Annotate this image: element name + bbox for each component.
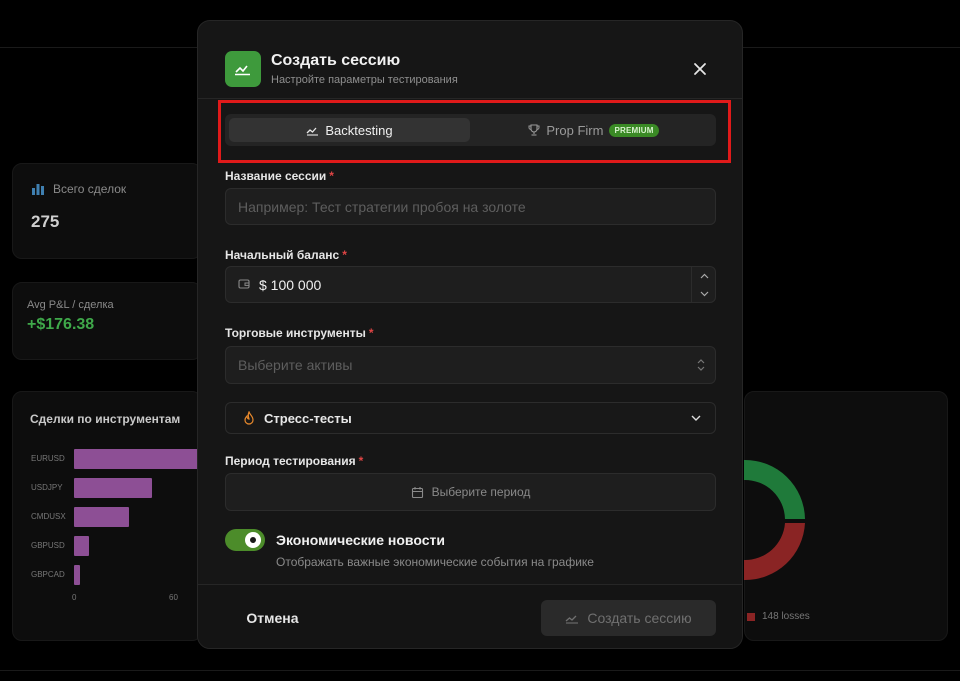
initial-balance-field[interactable]: $ 100 000 [225,266,716,303]
session-name-input[interactable] [226,189,715,224]
create-session-label: Создать сессию [587,610,692,626]
tab-prop-firm[interactable]: Prop Firm PREMIUM [475,118,712,142]
avg-pnl-label: Avg P&L / сделка [27,299,114,311]
bar-label: GBPCAD [31,570,65,579]
session-name-label-text: Название сессии [225,169,327,183]
initial-balance-label-text: Начальный баланс [225,248,340,262]
required-marker: * [368,326,374,340]
close-button[interactable] [687,56,713,82]
create-session-modal: Создать сессию Настройте параметры тести… [197,20,743,649]
period-picker[interactable]: Выберите период [225,473,716,511]
chevron-up-down-icon [697,359,705,371]
instruments-placeholder: Выберите активы [238,357,353,373]
instruments-select[interactable]: Выберите активы [225,346,716,384]
pnl-donut-card: 148 losses [744,391,948,641]
increment-button[interactable] [692,267,716,285]
mode-tabs: Backtesting Prop Firm PREMIUM [225,114,716,146]
session-name-field [225,188,716,225]
bar [74,507,129,527]
total-trades-label: Всего сделок [53,182,127,196]
bar-label: USDJPY [31,483,63,492]
period-label-text: Период тестирования [225,454,356,468]
toggle-knob [245,532,261,548]
losses-label: 148 losses [762,611,810,622]
instruments-label-text: Торговые инструменты [225,326,366,340]
chart-trend-icon [306,127,319,136]
economic-news-toggle[interactable] [225,529,265,551]
session-name-label: Название сессии * [225,169,334,183]
donut-win-segment [744,459,805,519]
required-marker: * [342,248,347,262]
tab-prop-firm-label: Prop Firm [546,122,604,138]
modal-footer: Отмена Создать сессию [198,584,742,648]
tab-backtesting[interactable]: Backtesting [229,118,470,142]
background-divider [0,670,960,671]
economic-news-subtitle: Отображать важные экономические события … [276,555,594,569]
instruments-label: Торговые инструменты * [225,326,374,340]
donut-loss-segment [744,523,805,581]
losses-swatch [747,612,755,621]
bar [74,478,152,498]
decrement-button[interactable] [692,285,716,303]
initial-balance-value: $ 100 000 [259,277,322,293]
bar-chart-icon [32,184,44,195]
total-trades-card: Всего сделок 275 [12,163,202,259]
bar [74,536,89,556]
chart-trend-icon [565,615,579,624]
modal-title: Создать сессию [271,52,401,69]
bar [74,565,81,585]
stress-tests-collapsible[interactable]: Стресс-тесты [225,402,716,434]
x-tick-label: 60 [169,593,178,602]
bar [74,449,204,469]
calendar-icon [411,486,423,498]
period-label: Период тестирования * [225,454,363,468]
modal-subtitle: Настройте параметры тестирования [271,74,458,86]
chart-trend-icon [225,51,261,87]
total-trades-value: 275 [31,212,60,231]
stress-tests-label: Стресс-тесты [264,411,352,426]
instruments-chart-card: Сделки по инструментам EURUSD USDJPY CMDUS… [12,391,204,641]
losses-legend: 148 losses [747,611,810,622]
win-loss-donut [744,459,805,581]
bar-label: GBPUSD [31,541,65,550]
x-tick-label: 0 [72,593,77,602]
chevron-down-icon [691,415,701,421]
create-session-button[interactable]: Создать сессию [541,600,716,636]
economic-news-title: Экономические новости [276,532,445,548]
required-marker: * [329,169,334,183]
period-placeholder: Выберите период [431,485,531,499]
initial-balance-label: Начальный баланс * [225,248,347,262]
bar-label: CMDUSX [31,512,66,521]
modal-header: Создать сессию Настройте параметры тести… [198,21,742,99]
chevron-up-icon [700,273,708,279]
trophy-icon [528,124,540,136]
avg-pnl-value: +$176.38 [27,316,95,333]
avg-pnl-card: Avg P&L / сделка +$176.38 [12,282,202,360]
flame-icon [244,411,254,425]
close-icon [694,63,706,75]
cancel-button[interactable]: Отмена [225,601,320,635]
wallet-icon [238,279,250,289]
chart-title: Сделки по инструментам [30,412,181,426]
chevron-down-icon [700,291,708,297]
premium-badge: PREMIUM [609,123,659,137]
required-marker: * [358,454,364,468]
bar-label: EURUSD [31,454,65,463]
tab-backtesting-label: Backtesting [325,122,393,138]
balance-stepper [691,267,715,302]
